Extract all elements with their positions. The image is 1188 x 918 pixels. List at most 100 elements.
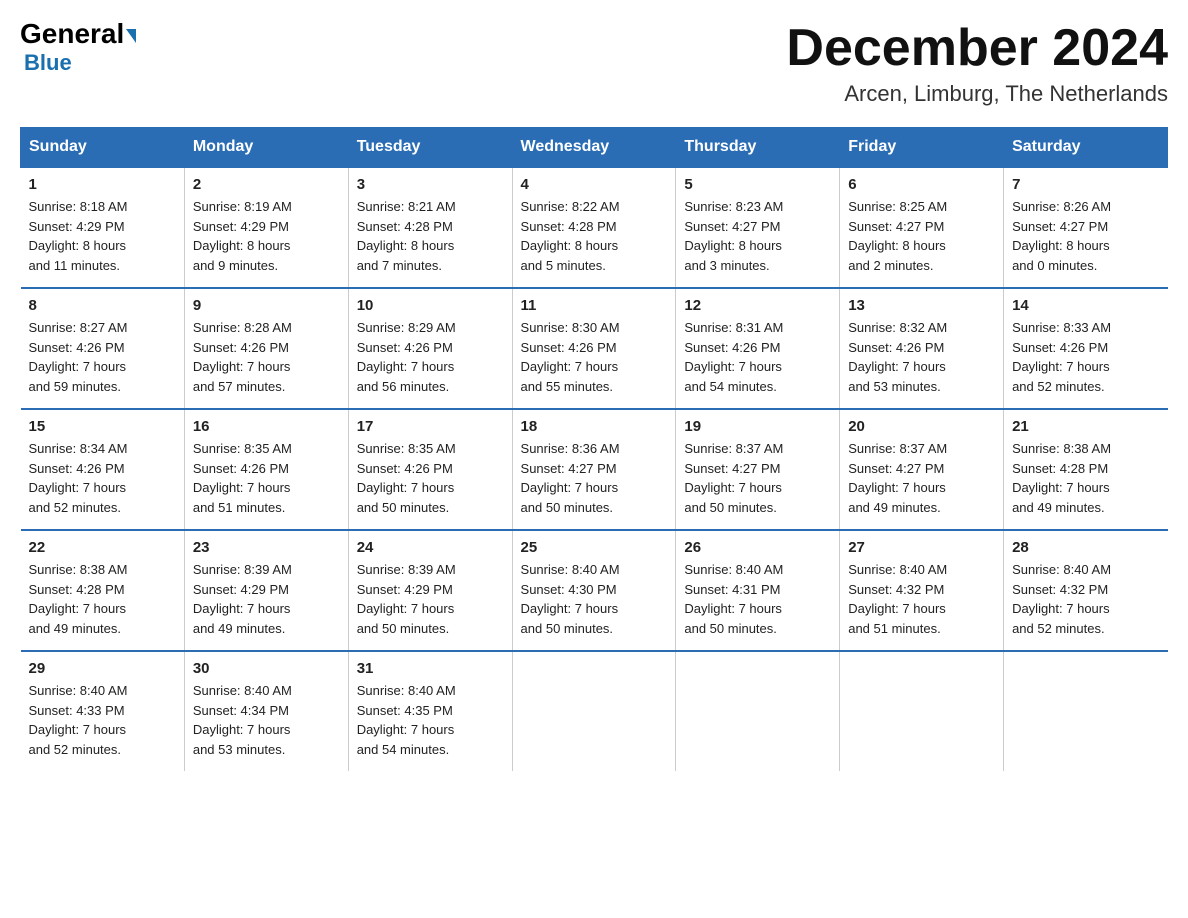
day-info: Sunrise: 8:27 AM Sunset: 4:26 PM Dayligh… [29, 318, 176, 396]
day-number: 27 [848, 539, 995, 556]
calendar-cell: 25 Sunrise: 8:40 AM Sunset: 4:30 PM Dayli… [512, 530, 676, 651]
logo-text-line2: Blue [20, 50, 72, 76]
day-number: 9 [193, 297, 340, 314]
calendar-cell: 28 Sunrise: 8:40 AM Sunset: 4:32 PM Dayli… [1004, 530, 1168, 651]
logo-text-line1: General [20, 20, 136, 48]
day-number: 29 [29, 660, 176, 677]
title-area: December 2024 Arcen, Limburg, The Nether… [786, 20, 1168, 107]
day-info: Sunrise: 8:39 AM Sunset: 4:29 PM Dayligh… [193, 560, 340, 638]
day-info: Sunrise: 8:40 AM Sunset: 4:35 PM Dayligh… [357, 681, 504, 759]
week-row-3: 15 Sunrise: 8:34 AM Sunset: 4:26 PM Dayli… [21, 409, 1168, 530]
day-info: Sunrise: 8:33 AM Sunset: 4:26 PM Dayligh… [1012, 318, 1159, 396]
day-number: 16 [193, 418, 340, 435]
calendar-cell: 22 Sunrise: 8:38 AM Sunset: 4:28 PM Dayli… [21, 530, 185, 651]
calendar-body: 1Sunrise: 8:18 AM Sunset: 4:29 PM Daylig… [21, 167, 1168, 771]
calendar-cell: 19Sunrise: 8:37 AM Sunset: 4:27 PM Dayli… [676, 409, 840, 530]
calendar-cell: 12 Sunrise: 8:31 AM Sunset: 4:26 PM Dayli… [676, 288, 840, 409]
day-number: 20 [848, 418, 995, 435]
day-info: Sunrise: 8:19 AM Sunset: 4:29 PM Dayligh… [193, 197, 340, 275]
day-number: 2 [193, 176, 340, 193]
week-row-5: 29 Sunrise: 8:40 AM Sunset: 4:33 PM Dayli… [21, 651, 1168, 771]
day-number: 3 [357, 176, 504, 193]
day-info: Sunrise: 8:40 AM Sunset: 4:31 PM Dayligh… [684, 560, 831, 638]
calendar-cell: 20Sunrise: 8:37 AM Sunset: 4:27 PM Dayli… [840, 409, 1004, 530]
day-number: 17 [357, 418, 504, 435]
day-info: Sunrise: 8:30 AM Sunset: 4:26 PM Dayligh… [521, 318, 668, 396]
calendar-header: SundayMondayTuesdayWednesdayThursdayFrid… [21, 128, 1168, 168]
day-number: 26 [684, 539, 831, 556]
calendar-cell [676, 651, 840, 771]
calendar-cell: 23Sunrise: 8:39 AM Sunset: 4:29 PM Dayli… [184, 530, 348, 651]
day-info: Sunrise: 8:38 AM Sunset: 4:28 PM Dayligh… [29, 560, 176, 638]
location-subtitle: Arcen, Limburg, The Netherlands [786, 81, 1168, 107]
calendar-cell [1004, 651, 1168, 771]
header-day-monday: Monday [184, 128, 348, 168]
calendar-cell: 10Sunrise: 8:29 AM Sunset: 4:26 PM Dayli… [348, 288, 512, 409]
header-day-friday: Friday [840, 128, 1004, 168]
day-number: 1 [29, 176, 176, 193]
header-day-saturday: Saturday [1004, 128, 1168, 168]
header-day-sunday: Sunday [21, 128, 185, 168]
day-info: Sunrise: 8:28 AM Sunset: 4:26 PM Dayligh… [193, 318, 340, 396]
calendar-cell: 17 Sunrise: 8:35 AM Sunset: 4:26 PM Dayli… [348, 409, 512, 530]
calendar-cell: 29 Sunrise: 8:40 AM Sunset: 4:33 PM Dayli… [21, 651, 185, 771]
day-info: Sunrise: 8:25 AM Sunset: 4:27 PM Dayligh… [848, 197, 995, 275]
day-number: 31 [357, 660, 504, 677]
day-info: Sunrise: 8:29 AM Sunset: 4:26 PM Dayligh… [357, 318, 504, 396]
calendar-cell: 5Sunrise: 8:23 AM Sunset: 4:27 PM Daylig… [676, 167, 840, 288]
day-number: 25 [521, 539, 668, 556]
day-number: 5 [684, 176, 831, 193]
calendar-cell: 16Sunrise: 8:35 AM Sunset: 4:26 PM Dayli… [184, 409, 348, 530]
day-number: 12 [684, 297, 831, 314]
calendar-cell: 24 Sunrise: 8:39 AM Sunset: 4:29 PM Dayli… [348, 530, 512, 651]
day-number: 7 [1012, 176, 1159, 193]
day-number: 18 [521, 418, 668, 435]
day-number: 24 [357, 539, 504, 556]
day-info: Sunrise: 8:34 AM Sunset: 4:26 PM Dayligh… [29, 439, 176, 517]
week-row-1: 1Sunrise: 8:18 AM Sunset: 4:29 PM Daylig… [21, 167, 1168, 288]
calendar-cell [840, 651, 1004, 771]
calendar-cell: 18 Sunrise: 8:36 AM Sunset: 4:27 PM Dayli… [512, 409, 676, 530]
calendar-cell: 13 Sunrise: 8:32 AM Sunset: 4:26 PM Dayli… [840, 288, 1004, 409]
day-info: Sunrise: 8:40 AM Sunset: 4:32 PM Dayligh… [1012, 560, 1159, 638]
day-number: 19 [684, 418, 831, 435]
header-day-tuesday: Tuesday [348, 128, 512, 168]
day-info: Sunrise: 8:22 AM Sunset: 4:28 PM Dayligh… [521, 197, 668, 275]
day-info: Sunrise: 8:40 AM Sunset: 4:34 PM Dayligh… [193, 681, 340, 759]
day-info: Sunrise: 8:36 AM Sunset: 4:27 PM Dayligh… [521, 439, 668, 517]
day-info: Sunrise: 8:31 AM Sunset: 4:26 PM Dayligh… [684, 318, 831, 396]
day-number: 28 [1012, 539, 1159, 556]
calendar-cell: 6 Sunrise: 8:25 AM Sunset: 4:27 PM Daylig… [840, 167, 1004, 288]
calendar-cell: 4 Sunrise: 8:22 AM Sunset: 4:28 PM Daylig… [512, 167, 676, 288]
day-info: Sunrise: 8:35 AM Sunset: 4:26 PM Dayligh… [357, 439, 504, 517]
day-info: Sunrise: 8:40 AM Sunset: 4:33 PM Dayligh… [29, 681, 176, 759]
week-row-4: 22 Sunrise: 8:38 AM Sunset: 4:28 PM Dayli… [21, 530, 1168, 651]
day-info: Sunrise: 8:39 AM Sunset: 4:29 PM Dayligh… [357, 560, 504, 638]
day-info: Sunrise: 8:26 AM Sunset: 4:27 PM Dayligh… [1012, 197, 1159, 275]
calendar-cell: 14Sunrise: 8:33 AM Sunset: 4:26 PM Dayli… [1004, 288, 1168, 409]
calendar-cell: 21 Sunrise: 8:38 AM Sunset: 4:28 PM Dayli… [1004, 409, 1168, 530]
logo-triangle-icon [126, 29, 136, 43]
day-info: Sunrise: 8:38 AM Sunset: 4:28 PM Dayligh… [1012, 439, 1159, 517]
calendar-cell: 31 Sunrise: 8:40 AM Sunset: 4:35 PM Dayli… [348, 651, 512, 771]
day-number: 21 [1012, 418, 1159, 435]
calendar-cell: 1Sunrise: 8:18 AM Sunset: 4:29 PM Daylig… [21, 167, 185, 288]
week-row-2: 8 Sunrise: 8:27 AM Sunset: 4:26 PM Daylig… [21, 288, 1168, 409]
calendar-cell: 15 Sunrise: 8:34 AM Sunset: 4:26 PM Dayli… [21, 409, 185, 530]
day-number: 4 [521, 176, 668, 193]
day-number: 22 [29, 539, 176, 556]
page-header: General Blue December 2024 Arcen, Limbur… [20, 20, 1168, 107]
header-day-wednesday: Wednesday [512, 128, 676, 168]
calendar-cell [512, 651, 676, 771]
day-info: Sunrise: 8:21 AM Sunset: 4:28 PM Dayligh… [357, 197, 504, 275]
calendar-cell: 11Sunrise: 8:30 AM Sunset: 4:26 PM Dayli… [512, 288, 676, 409]
calendar-cell: 8 Sunrise: 8:27 AM Sunset: 4:26 PM Daylig… [21, 288, 185, 409]
day-number: 8 [29, 297, 176, 314]
day-number: 15 [29, 418, 176, 435]
day-number: 13 [848, 297, 995, 314]
header-row: SundayMondayTuesdayWednesdayThursdayFrid… [21, 128, 1168, 168]
day-info: Sunrise: 8:32 AM Sunset: 4:26 PM Dayligh… [848, 318, 995, 396]
day-info: Sunrise: 8:40 AM Sunset: 4:30 PM Dayligh… [521, 560, 668, 638]
calendar-cell: 3 Sunrise: 8:21 AM Sunset: 4:28 PM Daylig… [348, 167, 512, 288]
day-number: 6 [848, 176, 995, 193]
